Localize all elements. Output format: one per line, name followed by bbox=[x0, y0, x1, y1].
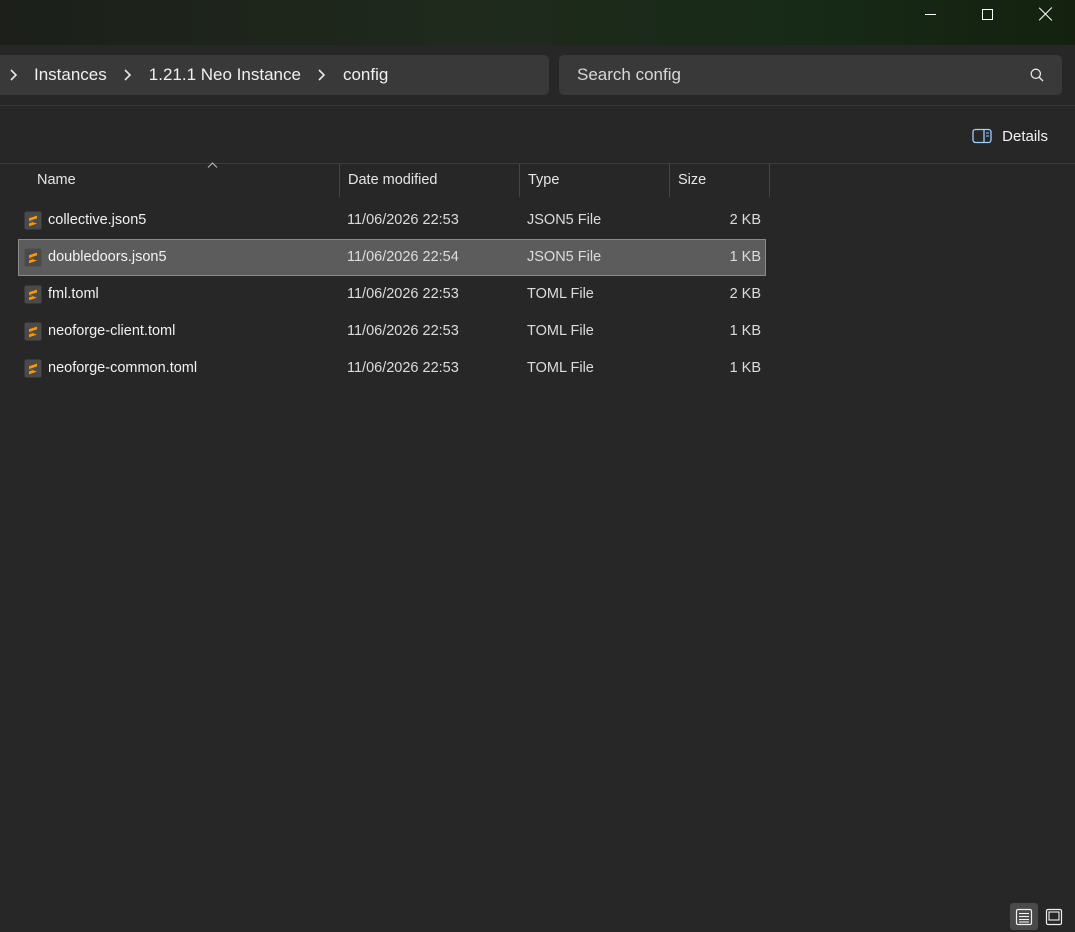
file-size: 2 KB bbox=[729, 286, 761, 302]
search-icon[interactable] bbox=[1030, 68, 1044, 82]
view-toggle-group bbox=[1009, 903, 1069, 930]
file-row[interactable]: neoforge-client.toml 11/06/2026 22:53 TO… bbox=[18, 313, 766, 350]
file-size: 1 KB bbox=[729, 249, 761, 265]
file-name: collective.json5 bbox=[48, 212, 147, 228]
chevron-right-icon[interactable] bbox=[0, 55, 26, 95]
file-name: neoforge-client.toml bbox=[48, 323, 176, 339]
column-header-name[interactable]: Name bbox=[29, 162, 340, 197]
chevron-right-icon[interactable] bbox=[115, 55, 141, 95]
chevron-right-icon[interactable] bbox=[309, 55, 335, 95]
file-row[interactable]: neoforge-common.toml 11/06/2026 22:53 TO… bbox=[18, 350, 766, 387]
minimize-icon bbox=[924, 13, 936, 15]
sort-ascending-icon bbox=[207, 162, 219, 172]
breadcrumb[interactable]: Instances 1.21.1 Neo Instance config bbox=[0, 55, 549, 95]
column-header-size-label: Size bbox=[678, 172, 707, 188]
close-icon bbox=[1039, 7, 1053, 21]
column-header-row: Name Date modified Type Size bbox=[0, 162, 770, 197]
sublime-text-file-icon bbox=[24, 285, 42, 304]
maximize-button[interactable] bbox=[958, 0, 1016, 28]
column-header-date-label: Date modified bbox=[348, 172, 438, 188]
sublime-text-file-icon bbox=[24, 359, 42, 378]
address-row: Instances 1.21.1 Neo Instance config bbox=[0, 45, 1075, 105]
column-header-date[interactable]: Date modified bbox=[339, 164, 520, 197]
details-label: Details bbox=[1002, 127, 1048, 145]
breadcrumb-item-instance[interactable]: 1.21.1 Neo Instance bbox=[141, 55, 309, 95]
file-name: neoforge-common.toml bbox=[48, 360, 198, 376]
file-date: 11/06/2026 22:54 bbox=[347, 249, 459, 265]
search-input[interactable] bbox=[577, 65, 997, 85]
sublime-text-file-icon bbox=[24, 211, 42, 230]
file-row[interactable]: collective.json5 11/06/2026 22:53 JSON5 … bbox=[18, 202, 766, 239]
file-list: collective.json5 11/06/2026 22:53 JSON5 … bbox=[18, 202, 766, 387]
file-row-selected[interactable]: doubledoors.json5 11/06/2026 22:54 JSON5… bbox=[18, 239, 766, 276]
column-header-name-label: Name bbox=[37, 172, 76, 188]
title-bar bbox=[0, 0, 1075, 45]
file-size: 1 KB bbox=[729, 323, 761, 339]
breadcrumb-item-config[interactable]: config bbox=[335, 55, 396, 95]
search-box[interactable] bbox=[559, 55, 1062, 95]
minimize-button[interactable] bbox=[901, 0, 959, 28]
file-name: fml.toml bbox=[48, 286, 99, 302]
sublime-text-file-icon bbox=[24, 248, 42, 267]
column-header-type-label: Type bbox=[528, 172, 560, 188]
sublime-text-file-icon bbox=[24, 322, 42, 341]
column-header-size[interactable]: Size bbox=[669, 164, 770, 197]
large-icons-view-icon bbox=[1045, 908, 1063, 925]
details-view-button[interactable] bbox=[1010, 903, 1038, 930]
command-bar: Details bbox=[0, 106, 1075, 163]
file-type: TOML File bbox=[527, 360, 594, 376]
details-button[interactable]: Details bbox=[965, 120, 1055, 152]
file-date: 11/06/2026 22:53 bbox=[347, 323, 459, 339]
file-date: 11/06/2026 22:53 bbox=[347, 360, 459, 376]
breadcrumb-item-instances[interactable]: Instances bbox=[26, 55, 115, 95]
file-type: TOML File bbox=[527, 286, 594, 302]
file-type: JSON5 File bbox=[527, 212, 602, 228]
file-row[interactable]: fml.toml 11/06/2026 22:53 TOML File 2 KB bbox=[18, 276, 766, 313]
file-type: JSON5 File bbox=[527, 249, 602, 265]
close-button[interactable] bbox=[1017, 0, 1075, 28]
large-icons-view-button[interactable] bbox=[1040, 903, 1068, 930]
file-size: 2 KB bbox=[729, 212, 761, 228]
maximize-icon bbox=[981, 8, 993, 20]
column-header-type[interactable]: Type bbox=[519, 164, 670, 197]
file-date: 11/06/2026 22:53 bbox=[347, 212, 459, 228]
file-type: TOML File bbox=[527, 323, 594, 339]
file-date: 11/06/2026 22:53 bbox=[347, 286, 459, 302]
details-view-icon bbox=[1015, 908, 1033, 925]
file-name: doubledoors.json5 bbox=[48, 249, 167, 265]
details-pane-icon bbox=[972, 128, 992, 144]
file-size: 1 KB bbox=[729, 360, 761, 376]
